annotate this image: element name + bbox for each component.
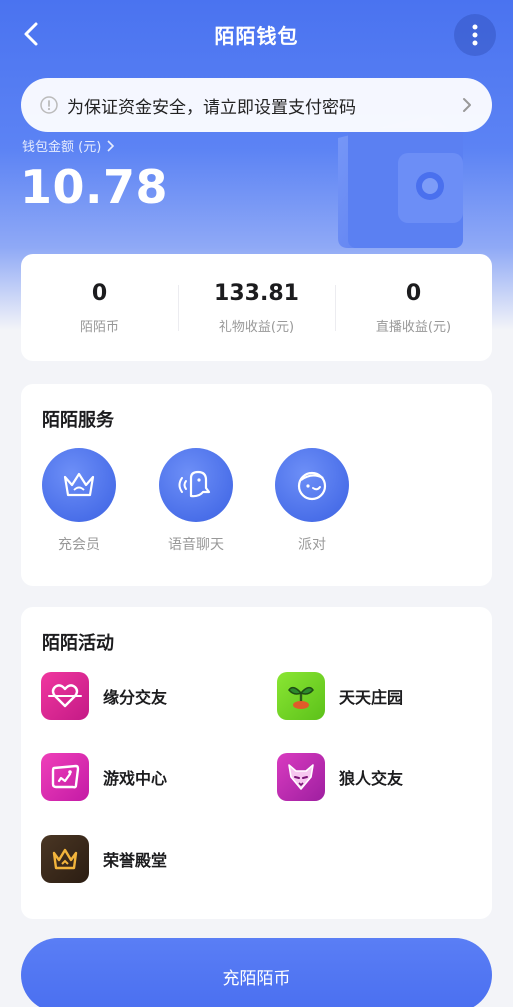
service-icon-wrap [159,448,233,522]
service-label: 派对 [298,537,326,553]
stat-momo-coins[interactable]: 0 陌陌币 [21,281,178,335]
activity-label: 荣誉殿堂 [103,851,168,870]
stat-value: 0 [91,280,108,306]
service-icon-wrap [275,448,349,522]
stat-gift-income[interactable]: 133.81 礼物收益(元) [178,281,335,335]
stat-live-income[interactable]: 0 直播收益(元) [335,281,492,335]
balance-label: 钱包金额 (元) [22,140,102,155]
activity-label: 游戏中心 [103,769,168,788]
activity-hall-of-honor[interactable]: 荣誉殿堂 [41,835,167,883]
set-password-notice[interactable]: 为保证资金安全，请立即设置支付密码 [21,78,492,132]
activity-icon-wrap [277,753,325,801]
wolf-icon [288,764,314,790]
heart-icon [48,684,82,708]
crown-icon [63,472,95,497]
activity-label: 狼人交友 [339,769,404,788]
stat-value: 133.81 [214,280,299,306]
activity-icon-wrap [41,672,89,720]
service-vip[interactable]: 充会员 [24,448,134,554]
service-label: 充会员 [58,537,100,553]
activity-label: 天天庄园 [339,688,404,707]
service-party[interactable]: 派对 [257,448,367,554]
more-vertical-icon [472,24,478,46]
crown-icon [52,848,78,870]
stat-label: 礼物收益(元) [218,319,295,335]
activity-label: 缘分交友 [103,688,168,707]
more-button[interactable] [454,14,496,56]
recharge-coins-label: 充陌陌币 [222,969,291,989]
chevron-right-icon [463,98,471,112]
balance-label-link[interactable]: 钱包金额 (元) [22,136,117,155]
chevron-right-icon [107,139,115,152]
activity-farm[interactable]: 天天庄园 [277,672,403,720]
service-label: 语音聊天 [168,537,224,553]
info-icon [40,96,58,114]
activity-icon-wrap [41,753,89,801]
activity-dating[interactable]: 缘分交友 [41,672,167,720]
stats-card: 0 陌陌币 133.81 礼物收益(元) 0 直播收益(元) [21,254,492,361]
service-voice-chat[interactable]: 语音聊天 [141,448,251,554]
services-card: 陌陌服务 充会员 语音聊天 派对 [21,384,492,586]
service-icon-wrap [42,448,116,522]
sprout-icon [288,686,314,709]
activity-icon-wrap [277,672,325,720]
activities-card: 陌陌活动 缘分交友 天天庄园 游戏中心 狼人交友 荣誉殿堂 [21,607,492,919]
section-title: 陌陌活动 [42,633,114,654]
notice-text: 为保证资金安全，请立即设置支付密码 [67,97,356,118]
recharge-coins-button[interactable]: 充陌陌币 [21,938,492,1007]
page-title: 陌陌钱包 [214,24,299,48]
section-title: 陌陌服务 [42,410,114,431]
activity-game-center[interactable]: 游戏中心 [41,753,167,801]
stat-label: 直播收益(元) [375,319,452,335]
voice-chat-icon [178,470,211,498]
stat-label: 陌陌币 [79,319,119,335]
game-icon [51,764,80,789]
balance-amount: 10.78 [20,160,169,214]
activity-werewolf[interactable]: 狼人交友 [277,753,403,801]
party-icon [297,471,327,501]
activity-icon-wrap [41,835,89,883]
stat-value: 0 [405,280,422,306]
top-bar: 陌陌钱包 [0,0,513,70]
